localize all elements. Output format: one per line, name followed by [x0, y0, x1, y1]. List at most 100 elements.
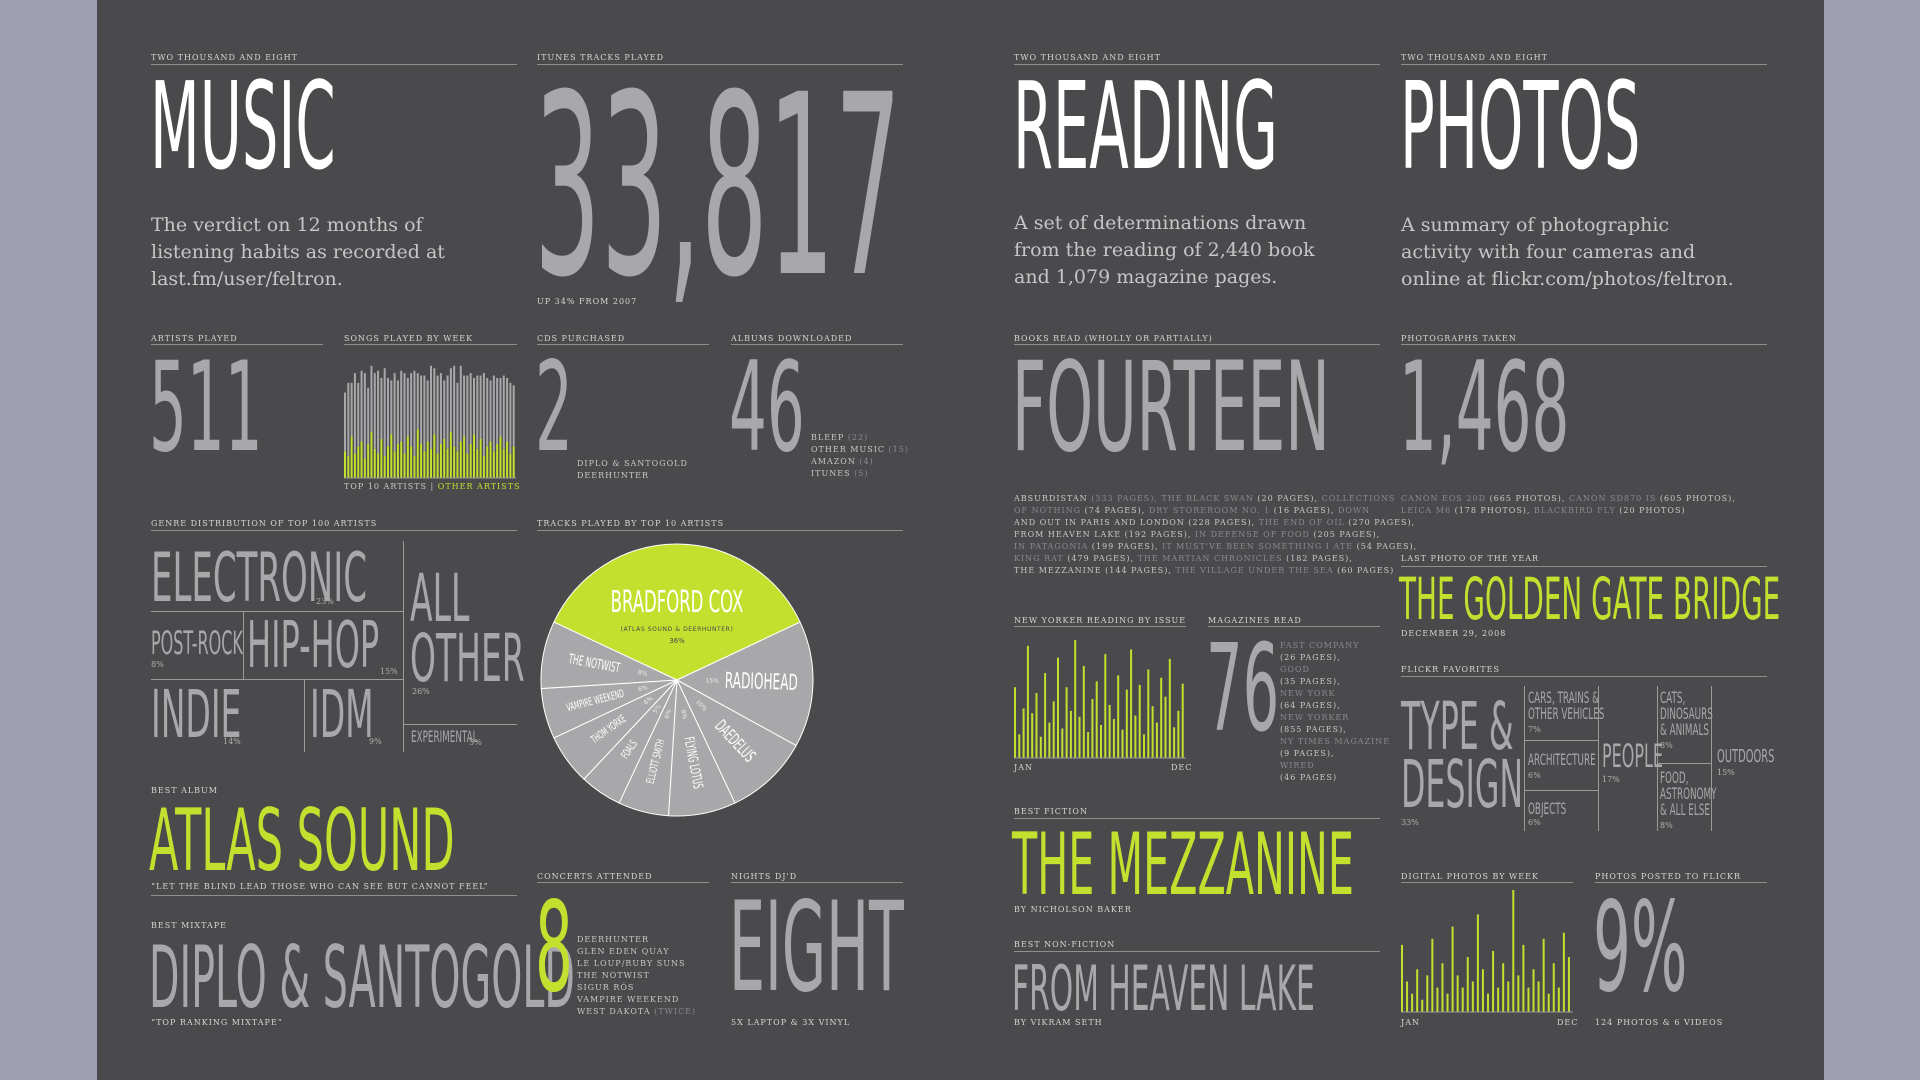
text-line: From Heaven Lake (192 pages), In Defense… — [1014, 529, 1417, 541]
tracks-rule — [537, 530, 903, 531]
chart-bar — [486, 446, 489, 478]
chart-bar — [1401, 944, 1403, 1012]
text-line: In Patagonia (199 pages), It Must've Bee… — [1014, 541, 1417, 553]
chart-bar — [466, 375, 469, 454]
chart-bar — [1492, 951, 1495, 1012]
chart-bar — [1160, 677, 1163, 758]
genre-label: Genre distribution of top 100 artists — [151, 519, 378, 528]
legend-other-artists: Other artists — [437, 482, 521, 491]
genre-postrock: POST-ROCK — [151, 624, 243, 662]
chart-bar — [1168, 658, 1171, 758]
text-segment: (270 pages), — [1348, 518, 1416, 527]
chart-bar — [416, 429, 419, 478]
chart-bar — [353, 453, 356, 478]
chart-bar — [446, 375, 449, 449]
chart-bar — [430, 448, 432, 478]
text-segment: In Defense of Food — [1194, 530, 1314, 539]
photos-description: A summary of photographic activity with … — [1401, 214, 1734, 290]
chart-bar — [433, 434, 436, 478]
pie-value-label: 36% — [669, 637, 685, 645]
chart-bar — [443, 438, 446, 478]
chart-bar — [436, 375, 439, 454]
chart-bar — [1117, 675, 1120, 758]
text-segment: The Black Swan — [1161, 494, 1258, 503]
text-segment: (665 photos), — [1489, 494, 1569, 503]
chart-bar — [400, 441, 403, 478]
text-segment: The Mezzanine — [1014, 566, 1106, 575]
chart-bar — [1436, 987, 1439, 1012]
concert-item: Glen Eden Quay — [577, 947, 670, 956]
chart-bar — [1074, 640, 1077, 758]
newyorker-dec: Dec — [1171, 763, 1193, 772]
fav-outdoors: OUTDOORS — [1717, 746, 1775, 767]
chart-bar — [387, 446, 389, 478]
genre-electronic: ELECTRONIC — [151, 539, 368, 618]
chart-bar — [396, 443, 399, 478]
chart-bar — [476, 375, 479, 449]
chart-bar — [357, 446, 360, 478]
chart-bar — [1567, 957, 1570, 1012]
chart-bar — [1532, 969, 1535, 1012]
text-segment: Down — [1337, 506, 1371, 515]
chart-bar — [512, 446, 515, 478]
concert-item: Le Loup/Ruby Suns — [577, 959, 686, 968]
chart-bar — [473, 377, 475, 435]
chart-bar — [453, 365, 456, 447]
chart-bar — [416, 373, 419, 430]
nights-value: EIGHT — [729, 876, 904, 1020]
favorites-divider — [1524, 686, 1525, 831]
chart-bar — [1466, 957, 1469, 1012]
chart-bar — [1164, 696, 1167, 758]
album-source: Bleep (22) — [811, 432, 909, 444]
chart-bar — [1134, 715, 1137, 758]
chart-bar — [456, 451, 459, 478]
chart-bar — [1416, 969, 1419, 1012]
fav-cars-pct: 7% — [1528, 725, 1541, 734]
fav-architecture: ARCHITECTURE — [1528, 750, 1596, 769]
chart-bar — [403, 453, 406, 478]
magazines-list: Fast Company (26 pages), Good (35 pages), Ne… — [1280, 640, 1390, 784]
chart-bar — [459, 365, 462, 442]
itunes-value: 33,817 — [534, 41, 902, 332]
chart-bar — [423, 375, 426, 452]
chart-bar — [509, 453, 512, 478]
text-segment: It Must've Been Something I Ate — [1162, 542, 1357, 551]
chart-bar — [1487, 993, 1489, 1012]
digital-label: Digital photos by week — [1401, 872, 1539, 881]
newyorker-label: New Yorker reading by issue — [1014, 616, 1187, 625]
chart-bar — [1112, 719, 1115, 758]
chart-bar — [377, 370, 380, 454]
chart-bar — [390, 380, 393, 435]
chart-bar — [449, 368, 452, 432]
chart-bar — [476, 448, 479, 478]
text-segment: From Heaven Lake — [1014, 530, 1125, 539]
last-photo-label: Last photo of the year — [1401, 554, 1540, 563]
photos-title: PHOTOS — [1400, 58, 1641, 197]
chart-bar — [390, 434, 393, 478]
chart-bar — [1022, 708, 1025, 758]
fav-objects: OBJECTS — [1528, 799, 1567, 818]
text-segment: of Nothing — [1014, 506, 1085, 515]
newyorker-rule — [1014, 626, 1186, 627]
chart-bar — [350, 436, 353, 478]
last-photo-date: December 29, 2008 — [1401, 629, 1507, 638]
chart-bar — [1502, 963, 1505, 1012]
chart-bar — [353, 373, 356, 454]
tracks-label: Tracks played by top 10 artists — [537, 519, 725, 528]
album-source: Other music (15) — [811, 444, 909, 456]
album-source-name: iTunes — [811, 469, 851, 478]
last-photo: THE GOLDEN GATE BRIDGE — [1399, 565, 1781, 633]
genre-indie-pct: 14% — [223, 737, 241, 746]
chart-bar — [1095, 681, 1098, 758]
favorites-divider — [1524, 790, 1598, 791]
genre-hiphop: HIP-HOP — [247, 609, 380, 683]
chart-bar — [499, 436, 502, 478]
books-list: Absurdistan (333 pages), The Black Swan … — [1014, 493, 1417, 577]
text-segment: (20 photos) — [1619, 506, 1686, 515]
genre-electronic-pct: 23% — [316, 597, 334, 606]
chart-bar — [380, 438, 383, 478]
album-source: iTunes (5) — [811, 468, 909, 480]
chart-bar — [360, 441, 363, 478]
best-nonfiction-label: Best non-fiction — [1014, 940, 1116, 949]
text-line: King Rat (479 pages), The Martian Chroni… — [1014, 553, 1417, 565]
